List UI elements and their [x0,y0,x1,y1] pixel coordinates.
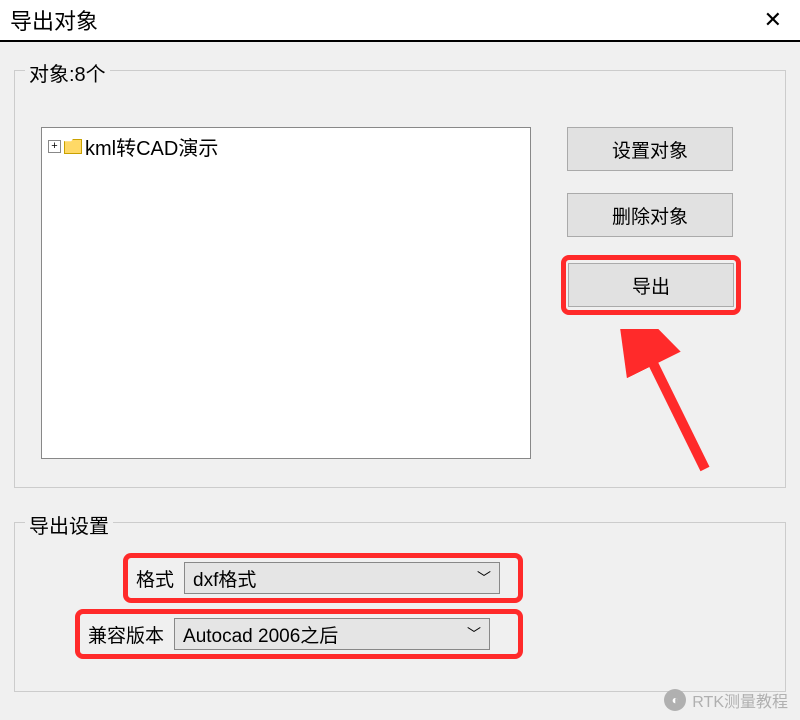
settings-rows: 格式 dxf格式 ﹀ 兼容版本 Autocad 2006之后 ﹀ [75,553,523,665]
delete-object-button[interactable]: 删除对象 [567,193,733,237]
tree-node-label: kml转CAD演示 [85,132,218,161]
export-dialog: 导出对象 ✕ 对象:8个 + kml转CAD演示 设置对象 删除对象 导出 [0,0,800,720]
export-label: 导出 [632,272,670,299]
chevron-down-icon: ﹀ [467,624,481,644]
format-combobox[interactable]: dxf格式 ﹀ [184,562,500,594]
delete-object-label: 删除对象 [612,202,688,229]
settings-legend: 导出设置 [25,510,113,539]
set-object-button[interactable]: 设置对象 [567,127,733,171]
chevron-down-icon: ﹀ [477,568,491,588]
content-area: 对象:8个 + kml转CAD演示 设置对象 删除对象 导出 [0,42,800,720]
watermark-text: RTK测量教程 [692,688,788,712]
objects-group: 对象:8个 + kml转CAD演示 设置对象 删除对象 导出 [14,70,786,488]
compat-highlight: 兼容版本 Autocad 2006之后 ﹀ [75,609,523,659]
format-highlight: 格式 dxf格式 ﹀ [123,553,523,603]
set-object-label: 设置对象 [612,136,688,163]
wechat-icon: ◐ [664,689,686,711]
watermark: ◐ RTK测量教程 [664,688,788,712]
object-tree[interactable]: + kml转CAD演示 [41,127,531,459]
compat-label: 兼容版本 [88,621,164,648]
export-button[interactable]: 导出 [568,263,734,307]
export-highlight: 导出 [561,255,741,315]
compat-combobox[interactable]: Autocad 2006之后 ﹀ [174,618,490,650]
compat-value: Autocad 2006之后 [183,621,338,648]
format-label: 格式 [136,565,174,592]
titlebar: 导出对象 ✕ [0,0,800,42]
settings-group: 导出设置 格式 dxf格式 ﹀ 兼容版本 Autocad 2006之后 ﹀ [14,522,786,692]
objects-legend: 对象:8个 [25,58,110,87]
annotation-arrow-icon [615,329,725,479]
folder-icon [64,139,82,154]
tree-node[interactable]: + kml转CAD演示 [42,128,530,165]
expand-icon[interactable]: + [48,140,61,153]
window-title: 导出对象 [10,4,98,36]
close-icon[interactable]: ✕ [756,7,790,33]
format-value: dxf格式 [193,565,256,592]
